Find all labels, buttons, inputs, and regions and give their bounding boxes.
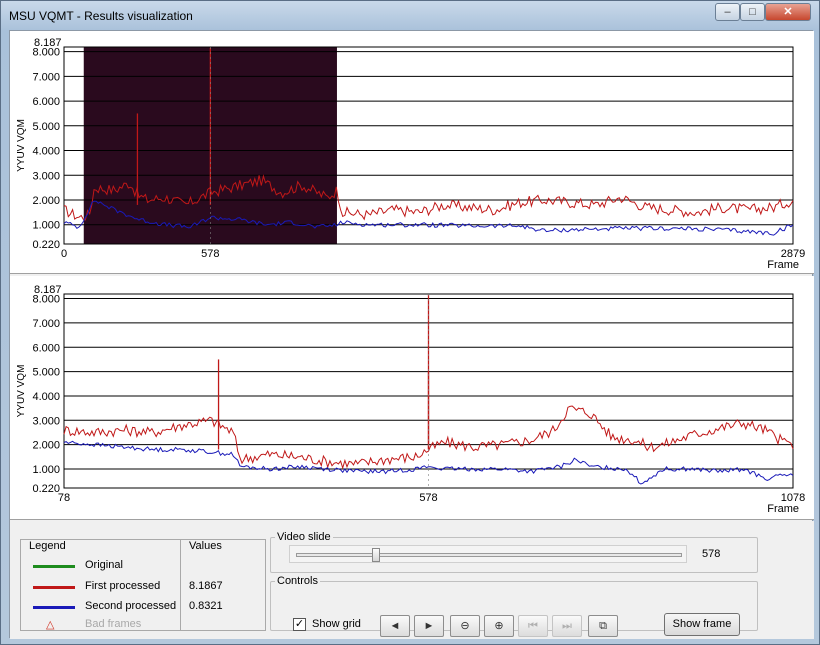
maximize-icon: □: [749, 6, 756, 18]
zoom-out-button[interactable]: ⊖: [450, 615, 480, 637]
legend-box: Legend Values Original First processed 8…: [20, 539, 266, 631]
legend-item-original: Original: [21, 557, 266, 577]
legend-value: 8.1867: [189, 580, 223, 592]
y-tick-label: 2.000: [32, 195, 60, 207]
results-window: MSU VQMT - Results visualization – □ ✕ 1…: [0, 0, 820, 645]
y-tick-label: 4.000: [32, 391, 60, 403]
x-tick-label: 578: [419, 492, 437, 504]
legend-label: Second processed: [85, 600, 177, 612]
y-axis-label: YYUV VQM: [16, 365, 27, 418]
close-icon: ✕: [783, 6, 793, 18]
y-tick-label: 5.000: [32, 121, 60, 133]
copy-button[interactable]: ⧉: [588, 615, 618, 637]
zoom-out-icon: ⊖: [460, 620, 470, 632]
legend-label: First processed: [85, 580, 161, 592]
triangle-icon: △: [46, 619, 55, 631]
window-title: MSU VQMT - Results visualization: [9, 9, 193, 23]
y-tick-label: 4.000: [32, 146, 60, 158]
zoom-in-icon: ⊕: [494, 620, 504, 632]
values-title: Values: [189, 540, 222, 552]
legend-line-first: [33, 586, 75, 589]
y-min-label: 0.220: [32, 239, 60, 251]
minimize-button[interactable]: –: [715, 3, 740, 21]
y-tick-label: 3.000: [32, 170, 60, 182]
zoom-in-button[interactable]: ⊕: [484, 615, 514, 637]
y-tick-label: 1.000: [32, 464, 60, 476]
maximize-button[interactable]: □: [740, 3, 765, 21]
legend-item-bad-frames: △ Bad frames: [21, 616, 266, 636]
y-tick-label: 7.000: [32, 318, 60, 330]
show-grid-label: Show grid: [312, 618, 361, 630]
legend-item-first-processed: First processed 8.1867: [21, 578, 266, 598]
x-tick-label: 0: [61, 248, 67, 260]
y-max-label: 8.187: [34, 284, 62, 296]
next-frame-button[interactable]: ►: [414, 615, 444, 637]
y-min-label: 0.220: [32, 483, 60, 495]
overview-graph-panel[interactable]: 1.000 2.000 3.000 4.000 5.000 6.000 7.000 8.000…: [10, 31, 814, 274]
x-axis-label: Frame: [767, 503, 799, 515]
x-axis-label: Frame: [767, 259, 799, 271]
video-slide-value: 578: [702, 548, 721, 560]
detail-chart[interactable]: 1.0002.0003.0004.0005.0006.0007.0008.000…: [10, 276, 814, 520]
bottom-panel: Legend Values Original First processed 8…: [10, 521, 814, 639]
y-tick-label: 7.000: [32, 71, 60, 83]
slider-groove: [296, 553, 682, 557]
legend-value: 0.8321: [189, 600, 223, 612]
controls-group: Controls ✓ Show grid ◄ ► ⊖ ⊕ ⏮ ⏭ ⧉ Show …: [270, 575, 758, 637]
first-frame-button[interactable]: ⏮: [518, 615, 548, 637]
copy-icon: ⧉: [599, 620, 607, 632]
last-frame-icon: ⏭: [562, 620, 572, 632]
legend-line-original: [33, 565, 75, 568]
close-button[interactable]: ✕: [765, 3, 811, 21]
y-tick-label: 1.000: [32, 220, 60, 232]
controls-title: Controls: [277, 575, 318, 587]
legend-label: Original: [85, 559, 123, 571]
first-frame-icon: ⏮: [528, 620, 538, 632]
title-bar[interactable]: MSU VQMT - Results visualization – □ ✕: [1, 1, 819, 30]
y-tick-label: 2.000: [32, 440, 60, 452]
legend-line-second: [33, 606, 75, 609]
legend-item-second-processed: Second processed 0.8321: [21, 598, 266, 618]
x-tick-label: 578: [201, 248, 219, 260]
minimize-icon: –: [724, 6, 731, 18]
show-frame-button[interactable]: Show frame: [664, 613, 740, 636]
detail-graph-panel[interactable]: 1.000 2.000 3.000 4.000 5.000 6.000 7.000 8.000…: [10, 276, 814, 520]
video-slide-title: Video slide: [277, 531, 331, 543]
prev-arrow-icon: ◄: [389, 620, 401, 632]
y-tick-label: 6.000: [32, 96, 60, 108]
y-tick-label: 6.000: [32, 342, 60, 354]
y-tick-label: 3.000: [32, 415, 60, 427]
legend-label: Bad frames: [85, 618, 142, 630]
prev-frame-button[interactable]: ◄: [380, 615, 410, 637]
y-tick-label: 5.000: [32, 367, 60, 379]
show-grid-checkbox[interactable]: ✓: [293, 618, 306, 631]
y-max-label: 8.187: [34, 37, 62, 49]
x-tick-label: 78: [58, 492, 70, 504]
last-frame-button[interactable]: ⏭: [552, 615, 582, 637]
y-axis-label: YYUV VQM: [16, 119, 27, 172]
slider-thumb[interactable]: [371, 548, 380, 562]
client-area: 1.000 2.000 3.000 4.000 5.000 6.000 7.000 8.000…: [9, 30, 814, 639]
legend-title: Legend: [29, 540, 66, 552]
overview-chart[interactable]: 1.0002.0003.0004.0005.0006.0007.0008.000…: [10, 31, 814, 274]
video-slider[interactable]: [289, 545, 687, 563]
next-arrow-icon: ►: [423, 620, 435, 632]
